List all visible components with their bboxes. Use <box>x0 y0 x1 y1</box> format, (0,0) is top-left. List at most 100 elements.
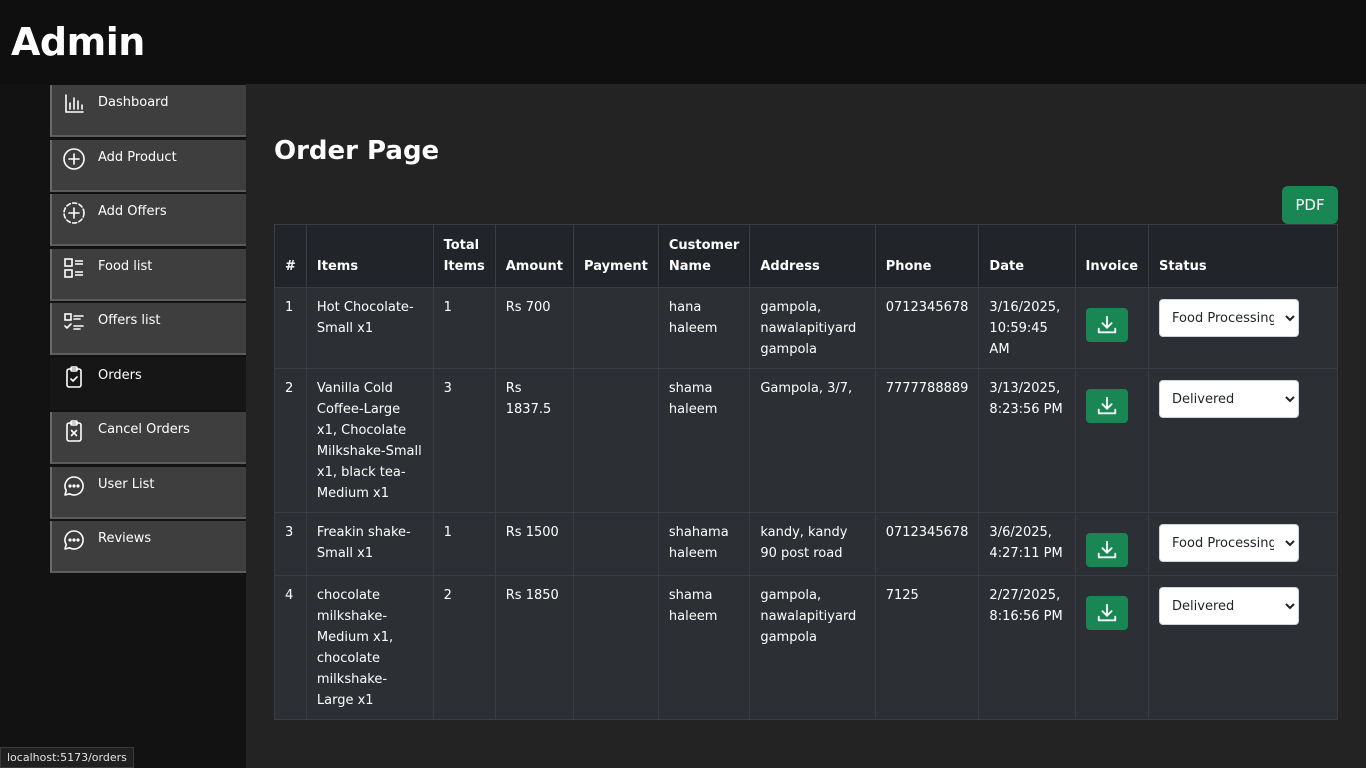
column-header: Customer Name <box>657 224 751 288</box>
plus-circle-icon <box>62 147 86 171</box>
table-row: 2 Vanilla Cold Coffee-Large x1, Chocolat… <box>274 368 1338 513</box>
order-address: gampola, nawalapitiyard gampola <box>749 287 876 369</box>
download-invoice-button[interactable] <box>1085 596 1128 630</box>
order-date: 3/6/2025, 4:27:11 PM <box>978 512 1076 576</box>
sidebar-item-cancel-orders[interactable]: Cancel Orders <box>50 412 246 464</box>
status-select[interactable]: Food Processing <box>1159 524 1300 562</box>
sidebar-item-orders[interactable]: Orders <box>50 357 246 410</box>
sidebar-item-label: User List <box>98 476 155 492</box>
sidebar-item-add-product[interactable]: Add Product <box>50 139 246 192</box>
column-header: Total Items <box>432 224 496 288</box>
order-items: Freakin shake-Small x1 <box>305 512 434 576</box>
order-number: 3 <box>274 512 307 576</box>
chat-bubble-icon <box>62 528 86 552</box>
order-amount: Rs 1837.5 <box>494 368 575 513</box>
order-invoice <box>1074 287 1150 369</box>
order-amount: Rs 1500 <box>494 512 575 576</box>
top-bar: Admin <box>0 0 1366 84</box>
order-items: Hot Chocolate-Small x1 <box>305 287 434 369</box>
clipboard-check-icon <box>62 365 86 389</box>
page-title: Order Page <box>274 136 440 166</box>
order-address: Gampola, 3/7, <box>749 368 876 513</box>
order-customer: shahama haleem <box>657 512 751 576</box>
order-items: Vanilla Cold Coffee-Large x1, Chocolate … <box>305 368 434 513</box>
order-date: 3/13/2025, 8:23:56 PM <box>978 368 1076 513</box>
download-icon <box>1097 540 1116 559</box>
order-invoice <box>1074 368 1150 513</box>
order-customer: shama haleem <box>657 575 751 720</box>
column-header: Status <box>1148 224 1338 288</box>
order-status: Food Processing <box>1148 287 1338 369</box>
sidebar-item-food-list[interactable]: Food list <box>50 248 246 301</box>
checklist-icon <box>62 310 86 334</box>
orders-table: # Items Total Items Amount Payment Custo… <box>274 224 1338 720</box>
order-customer: shama haleem <box>657 368 751 513</box>
sidebar: Dashboard Add Product Add Offers Food li… <box>50 85 246 576</box>
sidebar-item-reviews[interactable]: Reviews <box>50 521 246 573</box>
pdf-button[interactable]: PDF <box>1282 186 1338 224</box>
sidebar-item-offers-list[interactable]: Offers list <box>50 303 246 355</box>
status-select[interactable]: Delivered <box>1159 380 1300 418</box>
order-total-items: 1 <box>432 512 496 576</box>
order-amount: Rs 1850 <box>494 575 575 720</box>
order-status: Food Processing <box>1148 512 1338 576</box>
order-payment <box>573 287 659 369</box>
order-payment <box>573 368 659 513</box>
order-phone: 0712345678 <box>874 287 980 369</box>
order-payment <box>573 575 659 720</box>
download-invoice-button[interactable] <box>1085 389 1128 423</box>
download-invoice-button[interactable] <box>1085 533 1128 567</box>
sidebar-item-label: Orders <box>98 367 142 383</box>
main-content: Order Page PDF # Items Total Items Amoun… <box>246 84 1366 768</box>
order-invoice <box>1074 512 1150 576</box>
column-header: Amount <box>494 224 575 288</box>
sidebar-item-label: Cancel Orders <box>98 422 190 437</box>
order-invoice <box>1074 575 1150 720</box>
order-customer: hana haleem <box>657 287 751 369</box>
status-select[interactable]: Food Processing <box>1159 299 1300 337</box>
table-row: 1 Hot Chocolate-Small x1 1 Rs 700 hana h… <box>274 287 1338 369</box>
order-date: 3/16/2025, 10:59:45 AM <box>978 287 1076 369</box>
order-status: Delivered <box>1148 575 1338 720</box>
order-number: 2 <box>274 368 307 513</box>
sidebar-item-label: Reviews <box>98 531 152 546</box>
download-icon <box>1097 396 1116 415</box>
sidebar-item-label: Add Product <box>98 149 177 165</box>
column-header: Address <box>749 224 876 288</box>
sidebar-item-label: Dashboard <box>98 95 169 110</box>
status-bar-url: localhost:5173/orders <box>0 747 134 768</box>
column-header: Date <box>978 224 1076 288</box>
column-header: # <box>274 224 307 288</box>
order-status: Delivered <box>1148 368 1338 513</box>
table-row: 3 Freakin shake-Small x1 1 Rs 1500 shaha… <box>274 512 1338 576</box>
download-icon <box>1097 315 1116 334</box>
order-date: 2/27/2025, 8:16:56 PM <box>978 575 1076 720</box>
order-total-items: 1 <box>432 287 496 369</box>
order-amount: Rs 700 <box>494 287 575 369</box>
column-header: Items <box>305 224 434 288</box>
column-header: Invoice <box>1074 224 1150 288</box>
sidebar-item-label: Offers list <box>98 313 161 328</box>
clipboard-x-icon <box>62 419 86 443</box>
sidebar-item-label: Add Offers <box>98 204 167 219</box>
order-phone: 7777788889 <box>874 368 980 513</box>
order-total-items: 2 <box>432 575 496 720</box>
sidebar-item-user-list[interactable]: User List <box>50 466 246 519</box>
order-address: gampola, nawalapitiyard gampola <box>749 575 876 720</box>
download-icon <box>1097 603 1116 622</box>
status-select[interactable]: Delivered <box>1159 587 1300 625</box>
list-icon <box>62 256 86 280</box>
sidebar-item-label: Food list <box>98 258 153 274</box>
order-number: 4 <box>274 575 307 720</box>
sidebar-item-dashboard[interactable]: Dashboard <box>50 85 246 137</box>
order-payment <box>573 512 659 576</box>
order-items: chocolate milkshake-Medium x1, chocolate… <box>305 575 434 720</box>
table-header-row: # Items Total Items Amount Payment Custo… <box>274 224 1338 288</box>
column-header: Payment <box>573 224 659 288</box>
plus-dashed-circle-icon <box>62 201 86 225</box>
download-invoice-button[interactable] <box>1085 308 1128 342</box>
bar-chart-icon <box>62 92 86 116</box>
order-number: 1 <box>274 287 307 369</box>
column-header: Phone <box>874 224 980 288</box>
sidebar-item-add-offers[interactable]: Add Offers <box>50 194 246 246</box>
